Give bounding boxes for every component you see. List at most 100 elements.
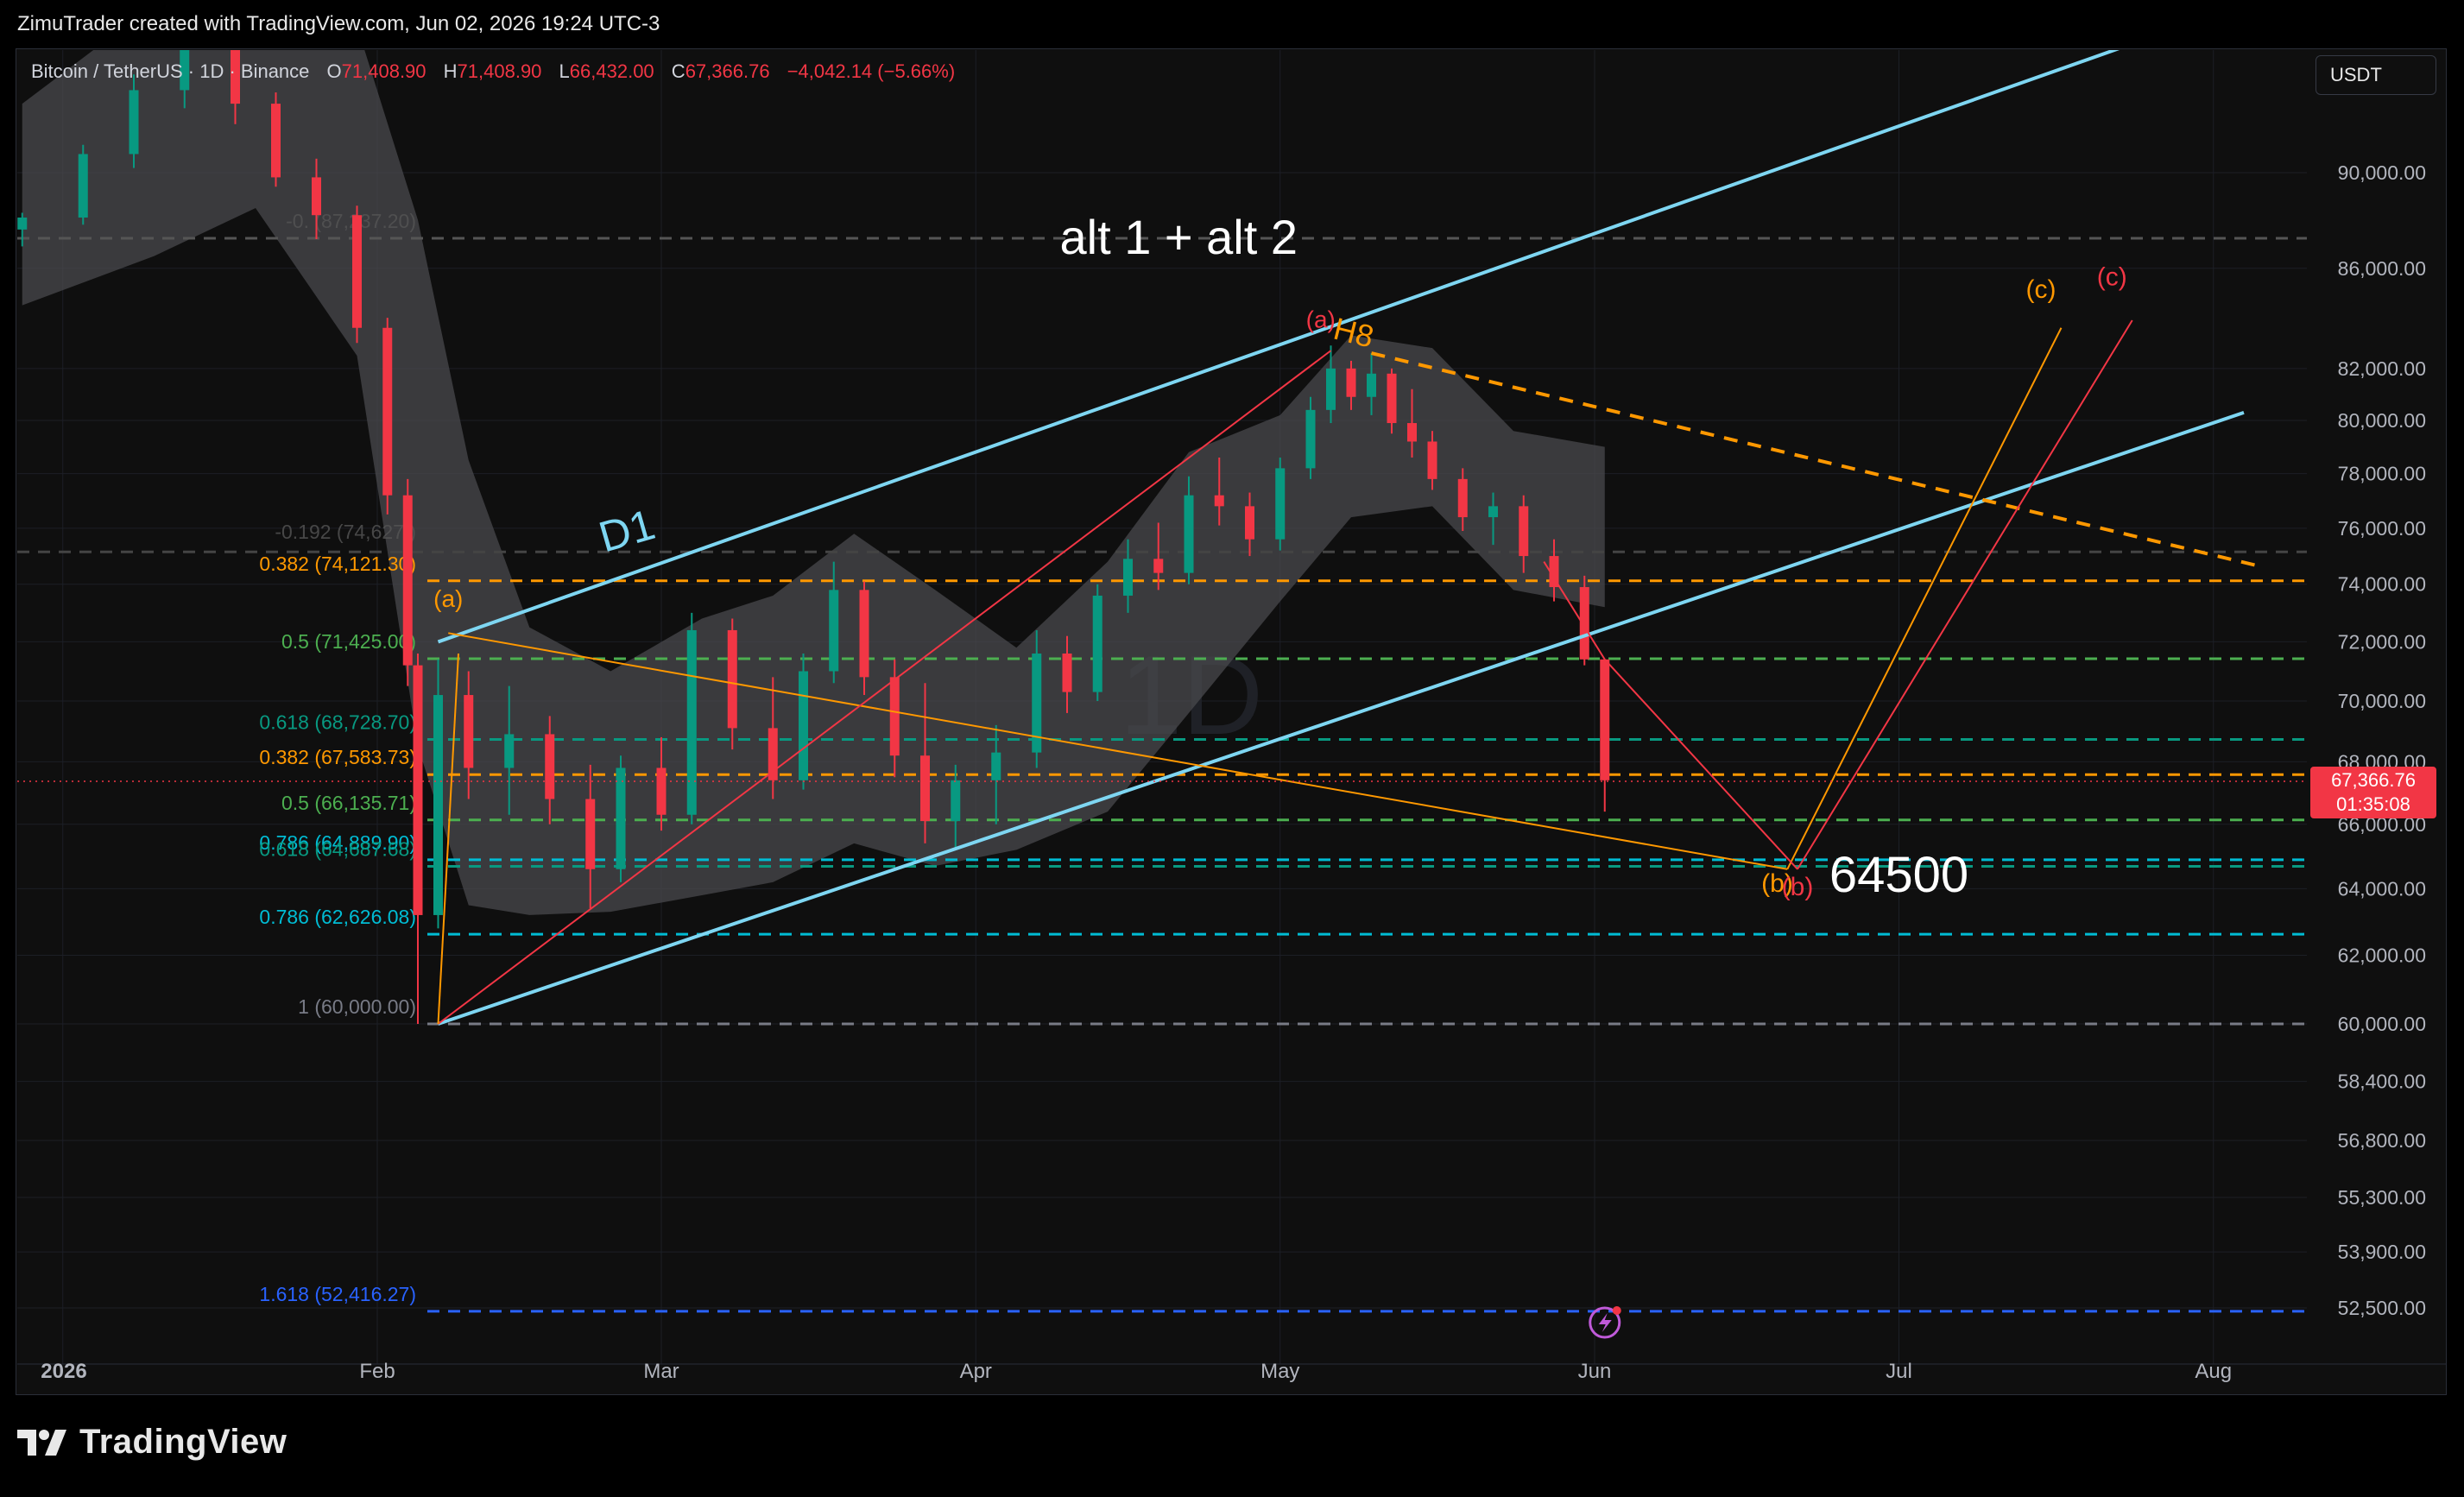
symbol-name[interactable]: Bitcoin / TetherUS · 1D · Binance [31, 60, 309, 82]
candle-body[interactable] [352, 215, 362, 328]
candle-body[interactable] [413, 665, 423, 915]
candle-body[interactable] [402, 495, 413, 666]
y-axis-tick-label: 80,000.00 [2338, 409, 2426, 432]
chart-annotation[interactable]: (b) [1782, 873, 1814, 901]
candle-body[interactable] [1153, 559, 1164, 573]
x-axis-tick-label: Apr [960, 1360, 992, 1383]
candle-body[interactable] [129, 90, 139, 155]
change-value: −4,042.14 (−5.66%) [787, 60, 956, 82]
candle-body[interactable] [1346, 368, 1356, 397]
low-key: L [559, 60, 570, 82]
fib-level-label: 0.618 (64,687.68) [259, 837, 416, 860]
high-value: 71,408.90 [457, 60, 542, 82]
candle-body[interactable] [1427, 441, 1437, 479]
candle-body[interactable] [656, 767, 667, 815]
y-axis-tick-label: 53,900.00 [2338, 1241, 2426, 1263]
candle-body[interactable] [1214, 495, 1224, 507]
candle-body[interactable] [1062, 653, 1072, 692]
x-axis-tick-label: 2026 [41, 1360, 86, 1383]
candle-body[interactable] [1326, 368, 1336, 410]
open-key: O [326, 60, 342, 82]
y-axis-tick-label: 70,000.00 [2338, 690, 2426, 712]
y-axis-tick-label: 55,300.00 [2338, 1186, 2426, 1209]
chart-annotation[interactable]: (a) [1306, 306, 1336, 333]
candle-body[interactable] [1184, 495, 1194, 573]
candle-body[interactable] [1275, 468, 1286, 540]
close-key: C [671, 60, 685, 82]
candle-body[interactable] [312, 177, 321, 216]
y-axis-tick-label: 58,400.00 [2338, 1071, 2426, 1093]
faded-fib-label: -0. (87,237.20) [286, 210, 416, 232]
candle-body[interactable] [585, 799, 596, 869]
currency-selector[interactable]: USDT [2316, 55, 2436, 95]
candle-body[interactable] [382, 327, 393, 496]
candle-body[interactable] [433, 695, 443, 915]
candle-body[interactable] [727, 629, 737, 729]
y-axis-tick-label: 82,000.00 [2338, 357, 2426, 380]
fib-level-label: 0.382 (67,583.73) [259, 746, 416, 768]
y-axis-tick-label: 62,000.00 [2338, 944, 2426, 966]
candle-body[interactable] [991, 752, 1001, 780]
candle-body[interactable] [1488, 506, 1498, 518]
tradingview-logo[interactable]: TradingView [17, 1423, 287, 1462]
last-price-value: 67,366.76 [2331, 769, 2416, 791]
event-dot [1612, 1306, 1621, 1315]
candle-body[interactable] [1600, 659, 1610, 780]
candle-body[interactable] [1519, 506, 1529, 557]
chart-annotation[interactable]: (c) [2097, 263, 2127, 292]
x-axis-tick-label: Aug [2195, 1360, 2232, 1383]
y-axis-tick-label: 90,000.00 [2338, 161, 2426, 184]
candle-body[interactable] [1092, 595, 1102, 692]
open-value: 71,408.90 [341, 60, 426, 82]
candle-body[interactable] [504, 734, 515, 768]
candle-body[interactable] [271, 104, 281, 178]
fib-level-label: 0.5 (66,135.71) [281, 792, 416, 814]
fib-level-label: 0.786 (62,626.08) [259, 906, 416, 928]
x-axis-tick-label: Jul [1886, 1360, 1912, 1383]
chart-annotation[interactable]: alt 1 + alt 2 [1059, 210, 1298, 264]
x-axis-tick-label: May [1260, 1360, 1299, 1383]
last-price-tag: 67,366.76 01:35:08 [2310, 767, 2436, 818]
candle-body[interactable] [889, 677, 900, 756]
plot-area[interactable]: 1D-0.192 (74,627.)-0. (87,237.20)0.382 (… [17, 0, 2307, 1364]
candle-body[interactable] [920, 755, 930, 822]
price-chart[interactable]: 1D-0.192 (74,627.)-0. (87,237.20)0.382 (… [0, 0, 2464, 1497]
fib-level-label: 0.5 (71,425.00) [281, 630, 416, 653]
candle-body[interactable] [1367, 373, 1376, 397]
envelope-band [22, 50, 1605, 915]
close-value: 67,366.76 [685, 60, 770, 82]
x-axis-tick-label: Feb [359, 1360, 395, 1383]
candle-body[interactable] [799, 671, 808, 780]
candle-body[interactable] [1245, 506, 1254, 540]
y-axis-tick-label: 64,000.00 [2338, 877, 2426, 900]
candle-body[interactable] [17, 217, 28, 230]
candle-body[interactable] [686, 629, 697, 815]
projection-red-path[interactable] [1797, 319, 2133, 870]
fib-level-label: 0.618 (68,728.70) [259, 711, 416, 733]
candle-body[interactable] [859, 590, 869, 678]
candle-body[interactable] [1387, 373, 1397, 424]
candle-body[interactable] [78, 154, 88, 218]
x-axis-tick-label: Mar [643, 1360, 679, 1383]
candle-body[interactable] [829, 590, 839, 672]
candle-body[interactable] [951, 780, 961, 822]
projection-red-path[interactable] [1604, 659, 1798, 870]
candle-body[interactable] [1305, 409, 1316, 469]
chart-annotation[interactable]: 64500 [1829, 847, 1968, 903]
chart-annotation[interactable]: H8 [1330, 311, 1378, 355]
candle-body[interactable] [1457, 478, 1468, 518]
candle-body[interactable] [545, 734, 555, 799]
candle-body[interactable] [464, 695, 474, 768]
chart-annotation[interactable]: (c) [2026, 275, 2056, 304]
fib-level-label: 1 (60,000.00) [298, 995, 416, 1018]
x-axis-tick-label: Jun [1578, 1360, 1612, 1383]
candle-body[interactable] [1123, 559, 1133, 596]
candle-body[interactable] [616, 767, 626, 869]
projection-orange-path[interactable] [1786, 327, 2063, 870]
candle-body[interactable] [1579, 587, 1589, 660]
chart-annotation[interactable]: (a) [433, 585, 463, 612]
y-axis-tick-label: 74,000.00 [2338, 573, 2426, 596]
candle-body[interactable] [1407, 423, 1417, 442]
y-axis-tick-label: 76,000.00 [2338, 517, 2426, 540]
symbol-legend: Bitcoin / TetherUS · 1D · Binance O71,40… [31, 60, 955, 83]
